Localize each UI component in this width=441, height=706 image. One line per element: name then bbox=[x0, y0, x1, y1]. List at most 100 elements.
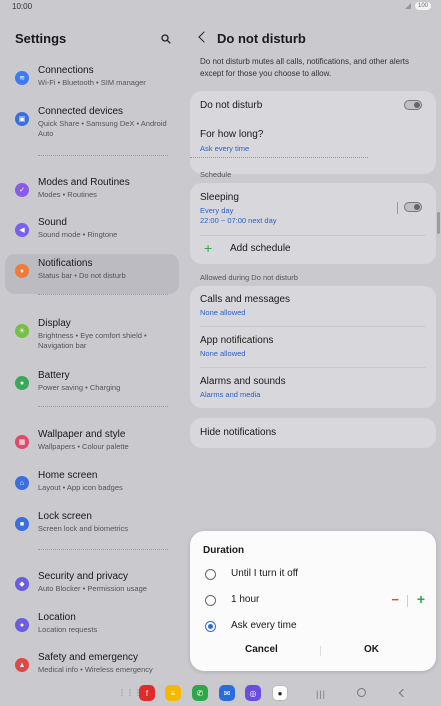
option-label: 1 hour bbox=[231, 594, 260, 605]
sidebar-item-label: Modes and Routines bbox=[38, 177, 130, 188]
sidebar-item-sound[interactable]: ◀ Sound Sound mode • Ringtone bbox=[5, 213, 179, 253]
sidebar-item-modes[interactable]: ✓ Modes and Routines Modes • Routines bbox=[5, 173, 179, 213]
back-icon[interactable] bbox=[398, 688, 408, 698]
sidebar-item-subtitle: Layout • App icon badges bbox=[38, 483, 123, 492]
sidebar-item-text: Lock screen Screen lock and biometrics bbox=[38, 510, 178, 534]
phone-app-icon[interactable]: ✆ bbox=[192, 685, 208, 701]
safety-icon: ▲ bbox=[15, 658, 29, 672]
dialog-title: Duration bbox=[203, 545, 245, 556]
sidebar-item-subtitle: Wallpapers • Colour palette bbox=[38, 442, 129, 451]
scrollbar[interactable] bbox=[437, 212, 440, 234]
sidebar-item-text: Location Location requests bbox=[38, 611, 178, 635]
hide-notifications-label: Hide notifications bbox=[200, 427, 277, 438]
home-screen-icon: ⌂ bbox=[15, 476, 29, 490]
sidebar-item-text: Display Brightness • Eye comfort shield •… bbox=[38, 317, 178, 351]
messages-app-icon[interactable]: ✉ bbox=[219, 685, 235, 701]
location-icon: ● bbox=[15, 618, 29, 632]
radio-button-checked[interactable] bbox=[205, 621, 216, 632]
button-separator bbox=[320, 646, 321, 656]
sidebar-item-text: Connections Wi-Fi • Bluetooth • SIM manag… bbox=[38, 64, 178, 88]
app-notifications-row[interactable]: App notifications None allowed bbox=[190, 327, 436, 365]
sidebar-item-battery[interactable]: ● Battery Power saving • Charging bbox=[5, 366, 179, 406]
duration-option-ask-every-time[interactable]: Ask every time bbox=[190, 617, 436, 637]
section-divider bbox=[38, 294, 168, 295]
cancel-button[interactable]: Cancel bbox=[245, 644, 278, 655]
calls-value: None allowed bbox=[200, 308, 246, 317]
section-divider bbox=[38, 155, 168, 156]
alarms-label: Alarms and sounds bbox=[200, 376, 286, 387]
sidebar-item-home-screen[interactable]: ⌂ Home screen Layout • App icon badges bbox=[5, 466, 179, 506]
schedule-card: Sleeping Every day 22:00 ~ 07:00 next da… bbox=[190, 183, 436, 264]
allowed-card: Calls and messages None allowed App noti… bbox=[190, 286, 436, 408]
notes-app-icon[interactable]: ≡ bbox=[165, 685, 181, 701]
sidebar-item-wifi[interactable]: ≋ Connections Wi-Fi • Bluetooth • SIM mana… bbox=[5, 61, 179, 101]
dnd-toggle-switch[interactable] bbox=[404, 100, 422, 110]
option-label: Ask every time bbox=[231, 620, 297, 631]
sidebar-item-label: Home screen bbox=[38, 470, 98, 481]
minus-icon[interactable]: − bbox=[391, 593, 399, 607]
calls-and-messages-row[interactable]: Calls and messages None allowed bbox=[190, 286, 436, 324]
sidebar-item-subtitle: Location requests bbox=[38, 625, 98, 634]
sidebar-item-text: Home screen Layout • App icon badges bbox=[38, 469, 178, 493]
wallpaper-icon: ▦ bbox=[15, 435, 29, 449]
duration-option-1-hour[interactable]: 1 hour − + bbox=[190, 591, 436, 611]
sidebar-item-label: Safety and emergency bbox=[38, 652, 139, 663]
sleeping-schedule-row[interactable]: Sleeping Every day 22:00 ~ 07:00 next da… bbox=[190, 183, 436, 233]
duration-dialog: Duration Until I turn it off 1 hour − + … bbox=[190, 531, 436, 671]
section-divider bbox=[38, 549, 168, 550]
plus-icon: + bbox=[204, 240, 213, 256]
apps-grid-icon[interactable]: ⋮⋮⋮ bbox=[118, 689, 142, 697]
back-arrow-icon[interactable] bbox=[198, 31, 210, 43]
sidebar-item-text: Battery Power saving • Charging bbox=[38, 369, 178, 393]
sidebar-item-label: Connections bbox=[38, 65, 94, 76]
search-icon[interactable] bbox=[161, 34, 171, 44]
sidebar-item-security[interactable]: ◆ Security and privacy Auto Blocker • Perm… bbox=[5, 567, 179, 607]
settings-title: Settings bbox=[15, 31, 67, 46]
sidebar-item-lock[interactable]: ■ Lock screen Screen lock and biometrics bbox=[5, 507, 179, 547]
row-separator bbox=[397, 202, 398, 214]
how-long-label: For how long? bbox=[200, 129, 264, 140]
sidebar-item-label: Notifications bbox=[38, 258, 93, 269]
sidebar-item-notifications[interactable]: ♦ Notifications Status bar • Do not distur… bbox=[5, 254, 179, 294]
plus-icon[interactable]: + bbox=[417, 592, 425, 606]
sidebar-item-subtitle: Power saving • Charging bbox=[38, 383, 121, 392]
sidebar-item-subtitle: Sound mode • Ringtone bbox=[38, 230, 118, 239]
duration-option-until-off[interactable]: Until I turn it off bbox=[190, 565, 436, 585]
how-long-row[interactable]: For how long? Ask every time bbox=[190, 127, 436, 171]
ok-button[interactable]: OK bbox=[364, 644, 379, 655]
hide-notifications-row[interactable]: Hide notifications bbox=[190, 418, 436, 448]
sidebar-item-label: Display bbox=[38, 318, 71, 329]
sidebar-item-subtitle: Screen lock and biometrics bbox=[38, 524, 129, 533]
radio-button[interactable] bbox=[205, 569, 216, 580]
recent-apps-icon[interactable]: ||| bbox=[316, 689, 326, 699]
internet-app-icon[interactable]: ◎ bbox=[245, 685, 261, 701]
sleeping-toggle-switch[interactable] bbox=[404, 202, 422, 212]
sidebar-item-location[interactable]: ● Location Location requests bbox=[5, 608, 179, 648]
sleeping-days: Every day bbox=[200, 206, 234, 215]
flipboard-app-icon[interactable]: f bbox=[139, 685, 155, 701]
stepper-separator bbox=[407, 595, 408, 607]
sidebar-item-label: Connected devices bbox=[38, 106, 124, 117]
radio-button[interactable] bbox=[205, 595, 216, 606]
sidebar-item-label: Sound bbox=[38, 217, 67, 228]
alarms-and-sounds-row[interactable]: Alarms and sounds Alarms and media bbox=[190, 368, 436, 406]
dnd-settings-card: Do not disturb For how long? Ask every t… bbox=[190, 91, 436, 174]
page-title: Do not disturb bbox=[217, 31, 306, 46]
dnd-toggle-row[interactable]: Do not disturb bbox=[190, 91, 436, 121]
sidebar-item-label: Lock screen bbox=[38, 511, 92, 522]
camera-app-icon[interactable]: ● bbox=[272, 685, 288, 701]
sidebar-item-text: Sound Sound mode • Ringtone bbox=[38, 216, 178, 240]
sidebar-item-text: Safety and emergency Medical info • Wirel… bbox=[38, 651, 178, 675]
modes-icon: ✓ bbox=[15, 183, 29, 197]
add-schedule-button[interactable]: + Add schedule bbox=[190, 238, 436, 262]
sidebar-item-label: Battery bbox=[38, 370, 70, 381]
sidebar-item-display[interactable]: ☀ Display Brightness • Eye comfort shield … bbox=[5, 314, 179, 354]
sidebar-item-subtitle: Status bar • Do not disturb bbox=[38, 271, 126, 280]
home-icon[interactable] bbox=[357, 688, 366, 697]
sidebar-item-wallpaper[interactable]: ▦ Wallpaper and style Wallpapers • Colour … bbox=[5, 425, 179, 465]
sidebar-item-subtitle: Wi-Fi • Bluetooth • SIM manager bbox=[38, 78, 146, 87]
sidebar-item-connected-devices[interactable]: ▣ Connected devices Quick Share • Samsung … bbox=[5, 102, 179, 142]
security-icon: ◆ bbox=[15, 577, 29, 591]
dnd-label: Do not disturb bbox=[200, 100, 263, 111]
sidebar-item-subtitle: Modes • Routines bbox=[38, 190, 97, 199]
